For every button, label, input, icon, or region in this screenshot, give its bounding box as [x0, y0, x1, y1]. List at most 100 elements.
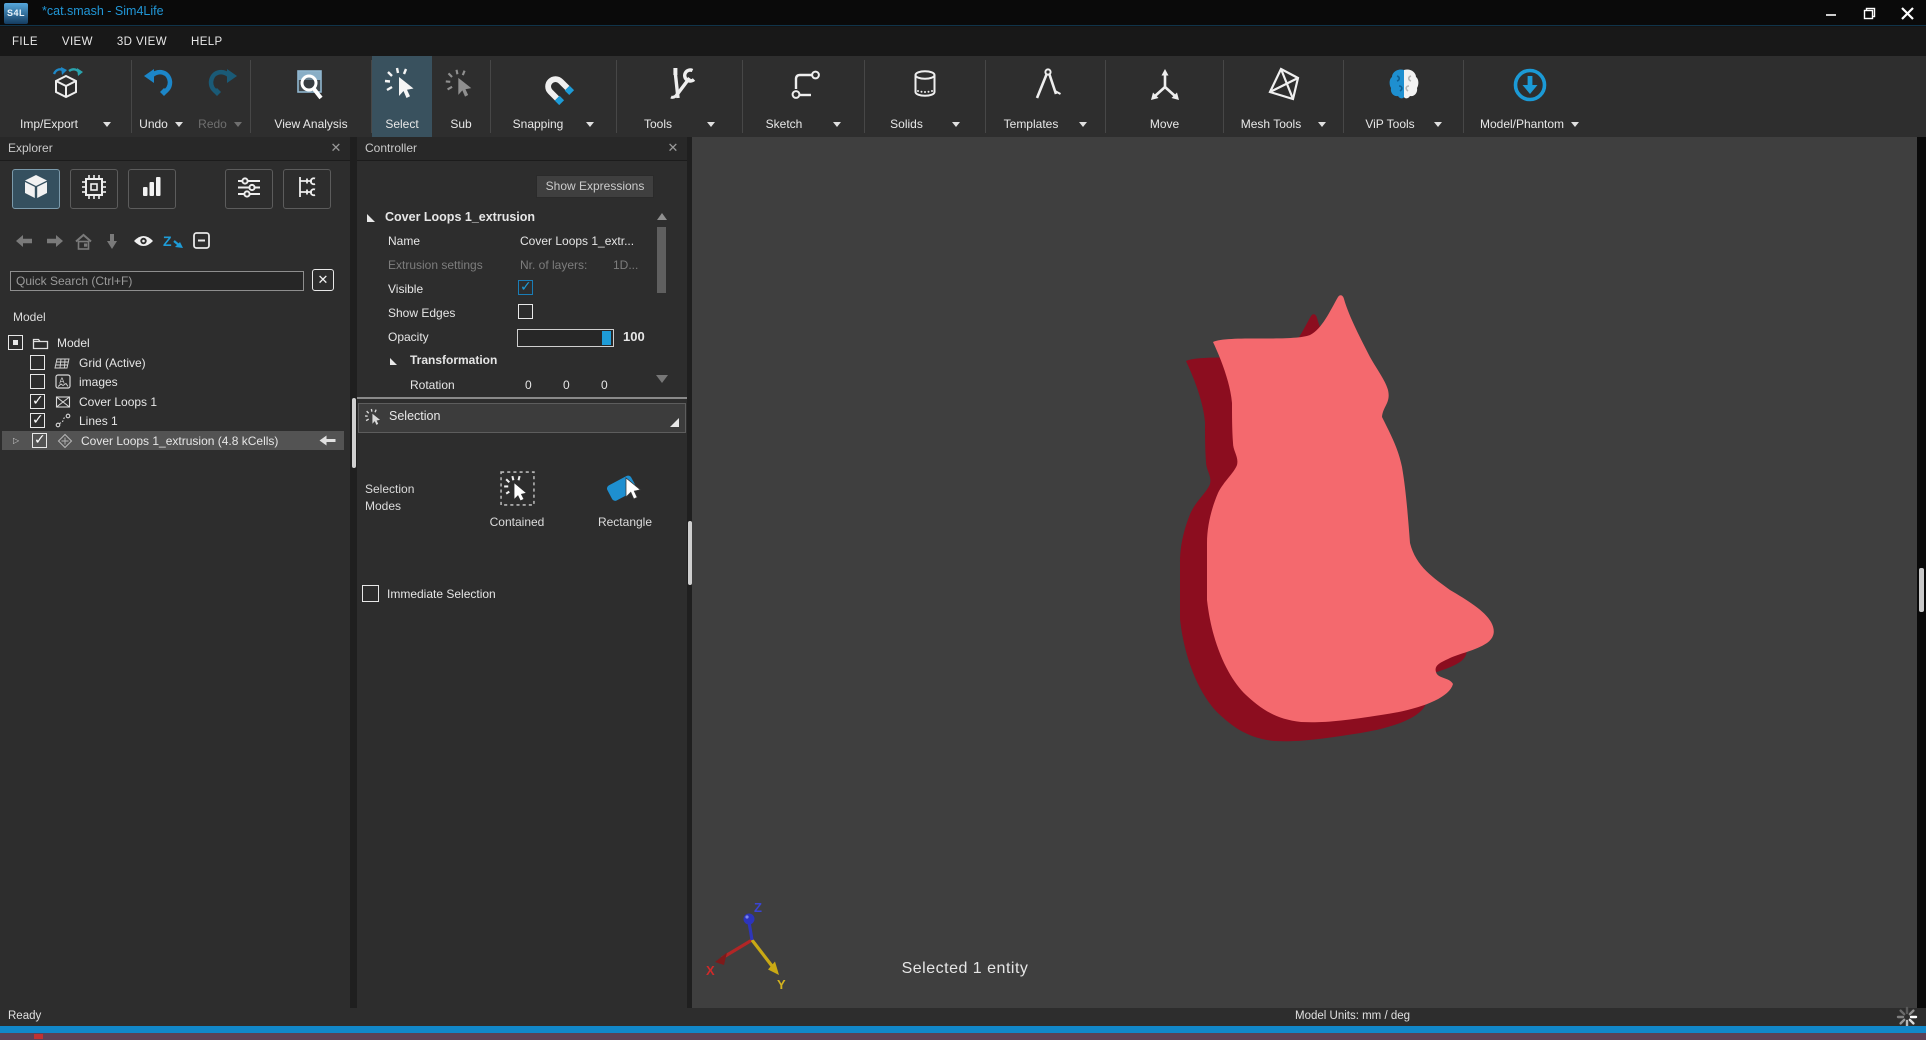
- toolbar-sub[interactable]: Sub: [432, 56, 490, 137]
- collapse-corner-icon[interactable]: [670, 418, 679, 427]
- chevron-down-icon[interactable]: [175, 122, 183, 127]
- visibility-eye-icon[interactable]: [133, 232, 154, 250]
- tree-row-grid[interactable]: Grid (Active): [0, 353, 346, 372]
- scrollbar-thumb[interactable]: [1919, 568, 1924, 612]
- rotation-x[interactable]: 0: [525, 378, 532, 392]
- tab-model-view[interactable]: [12, 169, 60, 209]
- toolbar-imp-export[interactable]: Imp/Export: [0, 56, 131, 137]
- tree-row-lines[interactable]: Lines 1: [0, 411, 346, 430]
- collapse-all-icon[interactable]: [193, 232, 211, 250]
- toolbar-templates[interactable]: Templates: [986, 56, 1105, 137]
- chevron-down-icon[interactable]: [1079, 122, 1087, 127]
- close-icon[interactable]: ✕: [665, 140, 681, 156]
- name-value[interactable]: Cover Loops 1_extr...: [520, 234, 634, 248]
- collapse-triangle-icon[interactable]: [367, 214, 375, 222]
- extrusion-settings-value2: 1D...: [613, 258, 638, 272]
- tree-row-cover-loops[interactable]: Cover Loops 1: [0, 392, 346, 411]
- viewport-scrollbar[interactable]: [1917, 137, 1926, 1008]
- forward-icon[interactable]: [46, 232, 64, 250]
- close-button[interactable]: [1888, 0, 1926, 26]
- toolbar-mesh-tools[interactable]: Mesh Tools: [1224, 56, 1343, 137]
- scrollbar-thumb[interactable]: [657, 227, 666, 293]
- scroll-to-icon[interactable]: [106, 232, 118, 250]
- checkbox[interactable]: [8, 335, 23, 350]
- taskbar-edge: [0, 1033, 1926, 1040]
- controller-panel: Controller ✕ Show Expressions Cover Loop…: [357, 137, 687, 1008]
- magnet-icon: [534, 56, 574, 114]
- opacity-slider[interactable]: [517, 329, 614, 347]
- splitter-grip[interactable]: [688, 521, 692, 585]
- scroll-up-icon[interactable]: [657, 213, 667, 220]
- chevron-down-icon[interactable]: [952, 122, 960, 127]
- toolbar-snapping[interactable]: Snapping: [491, 56, 616, 137]
- toolbar-sketch[interactable]: Sketch: [743, 56, 864, 137]
- toolbar-undo[interactable]: Undo: [132, 56, 190, 137]
- contained-select-icon: [499, 494, 536, 511]
- checkbox[interactable]: [32, 433, 47, 448]
- back-icon[interactable]: [15, 232, 33, 250]
- toolbar-select[interactable]: Select: [372, 56, 432, 137]
- mode-contained-button[interactable]: [499, 470, 536, 512]
- tree-row-extrusion[interactable]: ▷ Cover Loops 1_extrusion (4.8 kCells): [2, 431, 344, 450]
- checkbox[interactable]: [30, 394, 45, 409]
- tab-properties-view[interactable]: [225, 169, 273, 209]
- toolbar-tools[interactable]: Tools: [617, 56, 742, 137]
- locate-back-arrow-icon[interactable]: [319, 435, 336, 449]
- immediate-selection-checkbox[interactable]: [362, 585, 379, 602]
- checkbox[interactable]: [30, 374, 45, 389]
- checkbox[interactable]: [30, 355, 45, 370]
- chevron-down-icon[interactable]: [1571, 122, 1579, 127]
- show-edges-checkbox[interactable]: [518, 304, 533, 319]
- toolbar-vip-tools[interactable]: ViP Tools: [1344, 56, 1463, 137]
- tab-hierarchy-view[interactable]: [283, 169, 331, 209]
- menu-file[interactable]: FILE: [12, 36, 38, 48]
- grid-icon: [54, 356, 71, 370]
- minimize-button[interactable]: [1812, 0, 1850, 26]
- menu-3d-view[interactable]: 3D VIEW: [117, 36, 167, 48]
- collapse-triangle-icon[interactable]: [390, 358, 397, 365]
- toolbar-model-phantom[interactable]: Model/Phantom: [1464, 56, 1595, 137]
- opacity-slider-handle[interactable]: [602, 331, 611, 345]
- opacity-label: Opacity: [388, 330, 429, 344]
- search-clear-button[interactable]: ✕: [312, 269, 334, 291]
- image-icon: A: [54, 374, 71, 389]
- cat-model[interactable]: [1172, 285, 1508, 755]
- chevron-down-icon[interactable]: [103, 122, 111, 127]
- rotation-y[interactable]: 0: [563, 378, 570, 392]
- toolbar-redo[interactable]: Redo: [190, 56, 250, 137]
- mode-rectangle-button[interactable]: [603, 470, 645, 513]
- chevron-down-icon[interactable]: [707, 122, 715, 127]
- menu-view[interactable]: VIEW: [62, 36, 93, 48]
- toolbar-view-analysis[interactable]: View Analysis: [251, 56, 371, 137]
- checkbox[interactable]: [30, 413, 45, 428]
- chevron-down-icon[interactable]: [1318, 122, 1326, 127]
- splitter-grip[interactable]: [352, 398, 356, 468]
- scroll-down-icon[interactable]: [656, 375, 668, 383]
- chevron-down-icon[interactable]: [833, 122, 841, 127]
- rotation-z[interactable]: 0: [601, 378, 608, 392]
- status-ready: Ready: [8, 1010, 41, 1022]
- toolbar-move[interactable]: Move: [1106, 56, 1223, 137]
- tab-simulation-view[interactable]: [70, 169, 118, 209]
- panel-splitter[interactable]: [350, 137, 357, 1008]
- tree-row-images[interactable]: A images: [0, 372, 346, 391]
- chevron-down-icon[interactable]: [1434, 122, 1442, 127]
- toolbar-solids[interactable]: Solids: [865, 56, 985, 137]
- tree-row-model[interactable]: Model: [0, 333, 346, 352]
- viewport-3d[interactable]: X Y Z Selected 1 entity: [692, 137, 1917, 1008]
- close-icon[interactable]: ✕: [328, 140, 344, 156]
- select-cursor-icon: [364, 408, 384, 433]
- toolbar-label: Sub: [450, 117, 471, 131]
- expander-icon[interactable]: ▷: [13, 436, 19, 445]
- zoom-to-selection-icon[interactable]: Z: [163, 232, 184, 250]
- chevron-down-icon[interactable]: [586, 122, 594, 127]
- visible-checkbox[interactable]: [518, 280, 533, 295]
- selection-section-header[interactable]: Selection: [358, 403, 686, 433]
- name-label: Name: [388, 234, 420, 248]
- search-input[interactable]: [10, 271, 304, 291]
- restore-button[interactable]: [1850, 0, 1888, 26]
- home-icon[interactable]: [74, 232, 93, 250]
- show-expressions-button[interactable]: Show Expressions: [536, 175, 654, 198]
- tab-analysis-view[interactable]: [128, 169, 176, 209]
- menu-help[interactable]: HELP: [191, 36, 223, 48]
